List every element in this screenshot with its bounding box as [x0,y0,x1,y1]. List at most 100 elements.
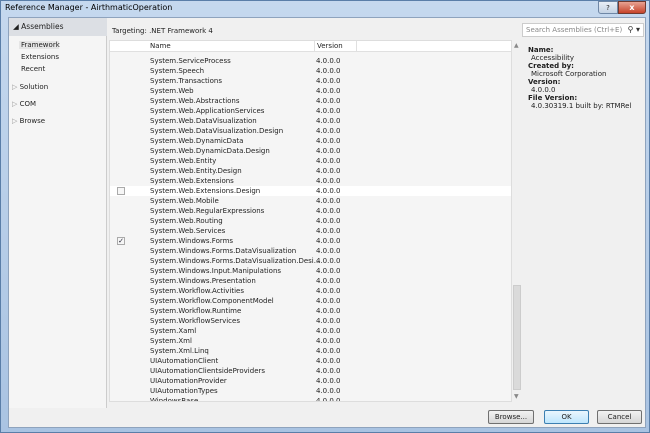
table-row[interactable]: UIAutomationClientsideProviders 4.0.0.0 [110,366,511,376]
detail-created: Microsoft Corporation [531,70,607,78]
table-row[interactable]: System.Web.Entity.Design 4.0.0.0 [110,166,511,176]
row-version: 4.0.0.0 [316,317,341,325]
table-row[interactable]: System.Web.ApplicationServices 4.0.0.0 [110,106,511,116]
table-row[interactable]: WindowsBase 4.0.0.0 [110,396,511,402]
details-panel: Name: Accessibility Created by: Microsof… [522,40,645,402]
table-row[interactable]: UIAutomationTypes 4.0.0.0 [110,386,511,396]
search-input[interactable]: Search Assemblies (Ctrl+E) ⚲ ▾ [522,23,644,37]
table-row[interactable]: System.Web.DataVisualization 4.0.0.0 [110,116,511,126]
ok-button[interactable]: OK [544,410,589,424]
table-row[interactable]: System.Xml.Linq 4.0.0.0 [110,346,511,356]
detail-name-label: Name: [528,46,554,54]
row-name: System.Web.Services [150,227,226,235]
table-row[interactable]: System.Windows.Forms.DataVisualization.D… [110,256,511,266]
table-row[interactable]: System.Web.Entity 4.0.0.0 [110,156,511,166]
table-row[interactable]: System.Web 4.0.0.0 [110,86,511,96]
column-version[interactable]: Version [317,42,343,50]
row-name: UIAutomationTypes [150,387,218,395]
table-row[interactable]: System.Web.Mobile 4.0.0.0 [110,196,511,206]
row-version: 4.0.0.0 [316,127,341,135]
row-name: System.Windows.Forms [150,237,234,245]
table-row[interactable]: System.Xaml 4.0.0.0 [110,326,511,336]
row-version: 4.0.0.0 [316,67,341,75]
row-checkbox[interactable]: ✓ [117,237,125,245]
table-row[interactable]: System.Web.Abstractions 4.0.0.0 [110,96,511,106]
sidebar: ◢ Assemblies Framework Extensions Recent… [9,18,107,408]
column-name[interactable]: Name [150,42,171,50]
row-name: System.Web.Extensions [150,177,234,185]
table-row[interactable]: System.Windows.Input.Manipulations 4.0.0.… [110,266,511,276]
row-name: System.Speech [150,67,205,75]
triangle-right-icon: ▷ [12,100,20,108]
row-version: 4.0.0.0 [316,107,341,115]
close-button[interactable]: x [618,1,646,14]
detail-version: 4.0.0.0 [531,86,556,94]
table-row[interactable]: System.ServiceProcess 4.0.0.0 [110,56,511,66]
browse-button[interactable]: Browse... [488,410,534,424]
row-version: 4.0.0.0 [316,387,341,395]
row-version: 4.0.0.0 [316,97,341,105]
row-name: System.Web.Entity [150,157,217,165]
row-name: System.Web.RegularExpressions [150,207,265,215]
table-row[interactable]: System.Workflow.ComponentModel 4.0.0.0 [110,296,511,306]
table-row[interactable]: System.Windows.Forms.DataVisualization 4.… [110,246,511,256]
table-row[interactable]: System.Workflow.Runtime 4.0.0.0 [110,306,511,316]
row-version: 4.0.0.0 [316,77,341,85]
cancel-button[interactable]: Cancel [597,410,642,424]
sidebar-item-recent[interactable]: Recent [21,65,45,73]
row-version: 4.0.0.0 [316,227,341,235]
table-row[interactable]: UIAutomationProvider 4.0.0.0 [110,376,511,386]
scrollbar-thumb[interactable] [513,285,521,390]
table-row[interactable]: System.WorkflowServices 4.0.0.0 [110,316,511,326]
sidebar-header-assemblies[interactable]: ◢ Assemblies [9,18,107,36]
table-row[interactable]: System.Xml 4.0.0.0 [110,336,511,346]
row-version: 4.0.0.0 [316,397,341,402]
sidebar-item-extensions[interactable]: Extensions [21,53,59,61]
row-version: 4.0.0.0 [316,57,341,65]
row-version: 4.0.0.0 [316,217,341,225]
list-scrollbar[interactable]: ▲ ▼ [512,40,522,402]
row-name: UIAutomationClient [150,357,219,365]
table-row[interactable]: System.Web.Extensions 4.0.0.0 [110,176,511,186]
table-row[interactable]: System.Workflow.Activities 4.0.0.0 [110,286,511,296]
table-row[interactable]: System.Windows.Presentation 4.0.0.0 [110,276,511,286]
row-version: 4.0.0.0 [316,247,341,255]
row-name: System.Workflow.Runtime [150,307,242,315]
table-row[interactable]: System.Web.Extensions.Design 4.0.0.0 [110,186,511,196]
row-version: 4.0.0.0 [316,297,341,305]
table-row[interactable]: ✓ System.Windows.Forms 4.0.0.0 [110,236,511,246]
row-version: 4.0.0.0 [316,237,341,245]
table-row[interactable]: System.Transactions 4.0.0.0 [110,76,511,86]
table-row[interactable]: System.Web.DataVisualization.Design 4.0.0… [110,126,511,136]
scroll-up-icon[interactable]: ▲ [514,42,519,49]
scroll-down-icon[interactable]: ▼ [514,393,519,400]
detail-file-version: 4.0.30319.1 built by: RTMRel [531,102,632,110]
row-version: 4.0.0.0 [316,287,341,295]
triangle-right-icon: ▷ [12,117,20,125]
sidebar-group-com[interactable]: ▷ COM [12,100,36,108]
table-row[interactable]: System.Web.DynamicData.Design 4.0.0.0 [110,146,511,156]
row-version: 4.0.0.0 [316,207,341,215]
help-button[interactable]: ? [598,1,618,14]
sidebar-item-framework[interactable]: Framework [19,41,60,49]
window-title: Reference Manager - AirthmaticOperation [5,3,173,12]
row-version: 4.0.0.0 [316,187,341,195]
table-row[interactable]: UIAutomationClient 4.0.0.0 [110,356,511,366]
reference-manager-window: Reference Manager - AirthmaticOperation … [0,0,650,433]
table-row[interactable]: System.Web.DynamicData 4.0.0.0 [110,136,511,146]
search-icon[interactable]: ⚲ ▾ [628,25,640,34]
row-checkbox[interactable] [117,187,125,195]
table-row[interactable]: System.Web.Services 4.0.0.0 [110,226,511,236]
table-row[interactable]: System.Speech 4.0.0.0 [110,66,511,76]
triangle-down-icon: ◢ [13,22,22,31]
table-row[interactable]: System.Web.RegularExpressions 4.0.0.0 [110,206,511,216]
triangle-right-icon: ▷ [12,83,20,91]
row-version: 4.0.0.0 [316,197,341,205]
sidebar-group-solution[interactable]: ▷ Solution [12,83,48,91]
table-row[interactable]: System.Web.Routing 4.0.0.0 [110,216,511,226]
row-version: 4.0.0.0 [316,267,341,275]
sidebar-group-browse[interactable]: ▷ Browse [12,117,45,125]
row-version: 4.0.0.0 [316,157,341,165]
row-name: System.Web.Routing [150,217,223,225]
row-version: 4.0.0.0 [316,167,341,175]
